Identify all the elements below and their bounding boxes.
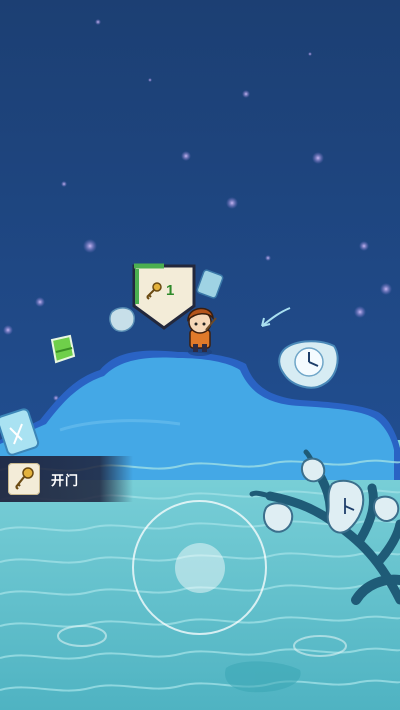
open-door-label: 开门 <box>51 474 80 489</box>
open-door-action[interactable]: 开门 <box>0 456 133 502</box>
green-jar <box>50 334 76 364</box>
joystick-knob[interactable] <box>175 543 225 593</box>
action-icon-frame <box>8 463 40 495</box>
key-count-badge <box>130 262 198 332</box>
badge-shield <box>132 263 196 330</box>
key-icon <box>15 467 34 490</box>
virtual-joystick[interactable] <box>132 500 267 635</box>
